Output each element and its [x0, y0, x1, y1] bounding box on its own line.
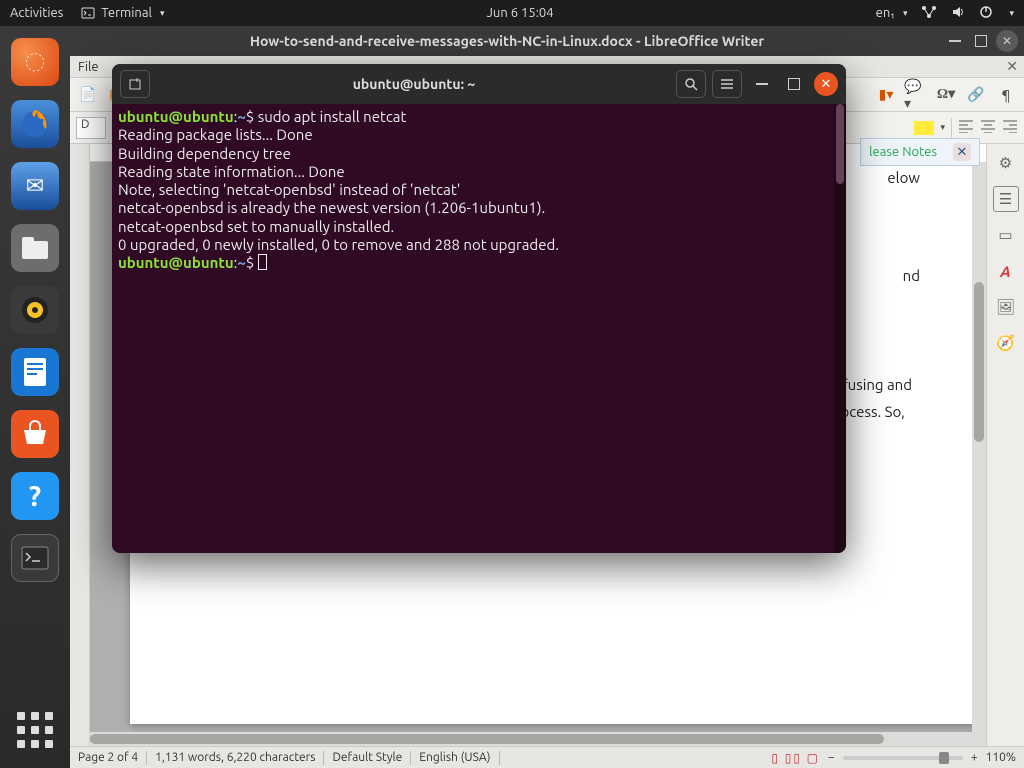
release-notes-label: lease Notes: [869, 145, 937, 159]
terminal-scrollbar[interactable]: [834, 104, 846, 553]
dock-software-icon[interactable]: [11, 410, 59, 458]
dock-firefox-icon[interactable]: [11, 100, 59, 148]
zoom-out-button[interactable]: −: [828, 751, 835, 764]
align-center-button[interactable]: [980, 119, 996, 136]
dock-ubuntu-icon[interactable]: ◌: [11, 38, 59, 86]
gnome-terminal-window[interactable]: ubuntu@ubuntu: ~ ✕ ubuntu@ubuntu:~$ sudo…: [112, 64, 846, 553]
horizontal-scrollbar[interactable]: [90, 732, 972, 746]
ubuntu-dock: ◌ ✉ ?: [0, 26, 70, 768]
dock-rhythmbox-icon[interactable]: [11, 286, 59, 334]
terminal-output[interactable]: ubuntu@ubuntu:~$ sudo apt install netcat…: [112, 104, 846, 553]
app-menu[interactable]: Terminal ▾: [81, 6, 164, 20]
status-wordcount[interactable]: 1,131 words, 6,220 characters: [155, 751, 315, 764]
scrollbar-thumb[interactable]: [90, 734, 884, 744]
sidebar-properties-icon[interactable]: ☰: [993, 186, 1019, 212]
system-menu-chevron[interactable]: ▾: [1009, 8, 1014, 19]
status-page[interactable]: Page 2 of 4: [78, 751, 138, 764]
gnome-top-bar: Activities Terminal ▾ Jun 6 15:04 en₁▾ ▾: [0, 0, 1024, 26]
align-right-button[interactable]: [1002, 119, 1018, 136]
highlight-color-button[interactable]: ▮▾: [874, 83, 898, 107]
terminal-icon: [81, 6, 95, 20]
sidebar: ⚙ ☰ ▭ A 🖼 🧭: [986, 144, 1024, 746]
new-tab-button[interactable]: [120, 70, 150, 98]
terminal-title: ubuntu@ubuntu: ~: [158, 76, 670, 92]
dock-help-icon[interactable]: ?: [11, 472, 59, 520]
scrollbar-thumb[interactable]: [836, 104, 844, 184]
vertical-scrollbar[interactable]: [972, 162, 986, 746]
zoom-in-button[interactable]: +: [971, 751, 978, 764]
sidebar-styles-icon[interactable]: A: [993, 258, 1019, 284]
clock[interactable]: Jun 6 15:04: [164, 6, 875, 20]
comment-button[interactable]: 💬▾: [904, 83, 928, 107]
window-minimize-button[interactable]: [944, 30, 966, 52]
window-titlebar[interactable]: How-to-send-and-receive-messages-with-NC…: [70, 26, 1024, 56]
terminal-cursor: [258, 254, 267, 270]
scrollbar-thumb[interactable]: [974, 282, 984, 442]
zoom-percent[interactable]: 110%: [986, 751, 1016, 764]
zoom-slider[interactable]: [843, 756, 963, 760]
doc-text-fragment: elow: [887, 169, 920, 186]
status-style[interactable]: Default Style: [332, 751, 402, 764]
window-close-button[interactable]: ✕: [996, 30, 1018, 52]
status-view-icons[interactable]: ▯ ▯▯ ▢: [771, 751, 820, 765]
terminal-minimize-button[interactable]: [750, 72, 774, 96]
terminal-titlebar[interactable]: ubuntu@ubuntu: ~ ✕: [112, 64, 846, 104]
show-applications-button[interactable]: [17, 712, 53, 748]
dock-thunderbird-icon[interactable]: ✉: [11, 162, 59, 210]
doc-text-fragment: nd: [903, 267, 920, 284]
footnote-button[interactable]: ¶: [994, 83, 1018, 107]
dock-writer-icon[interactable]: [11, 348, 59, 396]
network-icon[interactable]: [921, 5, 937, 22]
terminal-maximize-button[interactable]: [782, 72, 806, 96]
input-source[interactable]: en₁▾: [876, 6, 908, 20]
release-notes-infobar[interactable]: lease Notes ✕: [860, 138, 980, 166]
menu-file[interactable]: File: [78, 60, 99, 74]
new-doc-button[interactable]: 📄: [76, 83, 100, 107]
activities-button[interactable]: Activities: [10, 6, 63, 20]
terminal-close-button[interactable]: ✕: [814, 72, 838, 96]
sidebar-page-icon[interactable]: ▭: [993, 222, 1019, 248]
volume-icon[interactable]: [951, 5, 965, 22]
search-button[interactable]: [676, 70, 706, 98]
special-char-button[interactable]: Ω▾: [934, 83, 958, 107]
align-left-button[interactable]: [958, 119, 974, 136]
sidebar-navigator-icon[interactable]: 🧭: [993, 330, 1019, 356]
vertical-ruler: [70, 144, 90, 746]
app-menu-label: Terminal: [101, 6, 152, 20]
status-language[interactable]: English (USA): [419, 751, 490, 764]
paragraph-style-combo[interactable]: D: [76, 117, 106, 139]
window-title: How-to-send-and-receive-messages-with-NC…: [70, 33, 944, 49]
sidebar-settings-icon[interactable]: ⚙: [993, 150, 1019, 176]
dock-files-icon[interactable]: [11, 224, 59, 272]
dock-terminal-icon[interactable]: [11, 534, 59, 582]
release-notes-close-button[interactable]: ✕: [953, 143, 971, 161]
sidebar-gallery-icon[interactable]: 🖼: [993, 294, 1019, 320]
power-icon[interactable]: [979, 5, 993, 22]
window-maximize-button[interactable]: [970, 30, 992, 52]
highlight-button[interactable]: [914, 121, 934, 135]
hamburger-menu-button[interactable]: [712, 70, 742, 98]
status-bar: Page 2 of 4 1,131 words, 6,220 character…: [70, 746, 1024, 768]
document-close-button[interactable]: ✕: [1006, 58, 1018, 75]
hyperlink-button[interactable]: 🔗: [964, 83, 988, 107]
